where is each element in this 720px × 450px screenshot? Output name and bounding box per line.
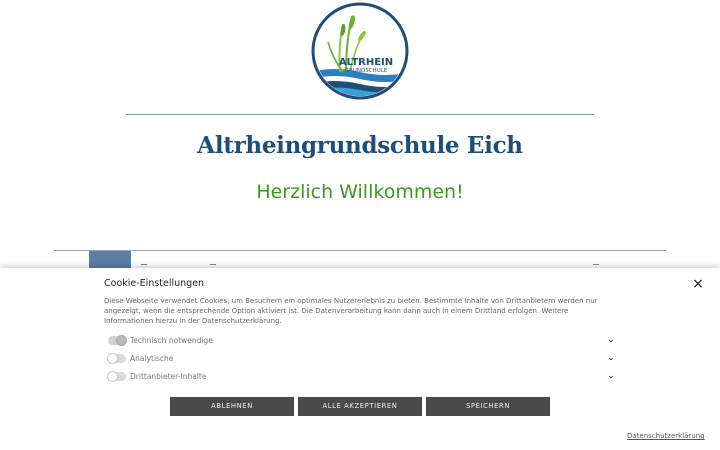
nav-item-partial[interactable] [593, 264, 599, 267]
cookie-description: Diese Webseite verwendet Cookies, um Bes… [104, 297, 598, 325]
cookie-option-necessary[interactable]: Technisch notwendige ⌄ [108, 334, 616, 346]
decline-button[interactable]: ABLEHNEN [170, 397, 294, 416]
cookie-title: Cookie-Einstellungen [104, 278, 205, 289]
school-logo[interactable]: ALTRHEIN GRUNDSCHULE [310, 2, 410, 100]
toggle-analytics[interactable] [107, 352, 126, 364]
privacy-policy-link[interactable]: Datenschutzerklärung [627, 432, 705, 440]
logo-subname: GRUNDSCHULE [345, 68, 388, 74]
option-label: Technisch notwendige [130, 335, 213, 345]
option-label: Analytische [130, 353, 174, 363]
toggle-third-party[interactable] [107, 370, 126, 382]
chevron-down-icon[interactable]: ⌄ [606, 371, 616, 381]
school-logo-graphic: ALTRHEIN GRUNDSCHULE [311, 2, 409, 100]
cookie-option-third-party[interactable]: Drittanbieter-Inhalte ⌄ [107, 370, 616, 382]
close-icon[interactable]: × [690, 276, 706, 292]
chevron-down-icon[interactable]: ⌄ [606, 335, 616, 345]
logo-name: ALTRHEIN [339, 57, 393, 68]
welcome-heading: Herzlich Willkommen! [256, 181, 464, 203]
site-title: Altrheingrundschule Eich [197, 132, 523, 159]
header-divider [126, 114, 594, 115]
chevron-down-icon[interactable]: ⌄ [606, 353, 616, 363]
save-button[interactable]: SPEICHERN [426, 397, 550, 416]
cookie-option-analytics[interactable]: Analytische ⌄ [107, 352, 616, 364]
accept-all-button[interactable]: ALLE AKZEPTIEREN [298, 397, 422, 416]
nav-item-partial[interactable] [210, 264, 216, 267]
cookie-banner: Cookie-Einstellungen × Diese Webseite ve… [0, 268, 720, 450]
nav-item-partial[interactable] [141, 264, 147, 267]
nav-divider [54, 250, 666, 251]
option-label: Drittanbieter-Inhalte [130, 371, 207, 381]
toggle-necessary[interactable] [108, 334, 127, 346]
